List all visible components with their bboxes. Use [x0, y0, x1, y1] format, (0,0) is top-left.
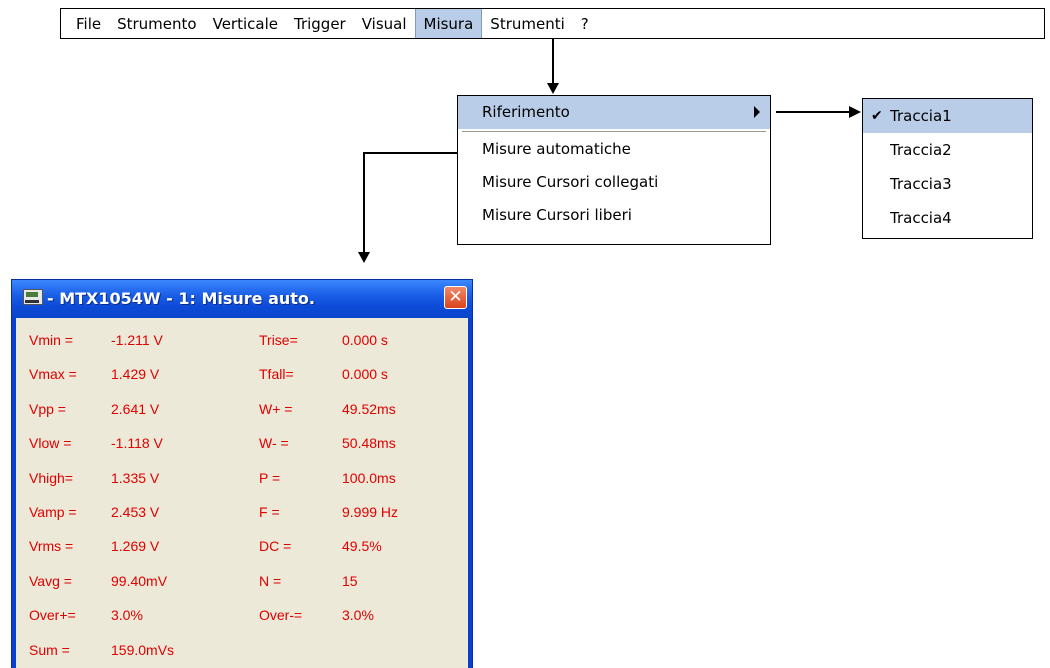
- menu-bar: File Strumento Verticale Trigger Visual …: [60, 8, 1045, 39]
- measure-value: 15: [342, 572, 358, 589]
- arrow-down-icon: [358, 252, 370, 263]
- menu-item-misure-automatiche[interactable]: Misure automatiche: [458, 133, 770, 166]
- measure-value: 100.0ms: [342, 469, 396, 486]
- window-title: - MTX1054W - 1: Misure auto.: [47, 289, 315, 308]
- submenu-arrow-icon: [754, 106, 760, 118]
- measure-label: Vrms =: [29, 538, 74, 555]
- riferimento-label: Riferimento: [482, 103, 570, 121]
- measure-label: W+ =: [259, 400, 293, 417]
- measure-value: 159.0mVs: [111, 641, 175, 658]
- misure-auto-window: - MTX1054W - 1: Misure auto. ✕ Vmin = -1.…: [11, 279, 473, 668]
- measure-value: 9.999 Hz: [342, 504, 399, 520]
- measure-value: 49.5%: [342, 538, 382, 555]
- menu-item-misure-cursori-liberi[interactable]: Misure Cursori liberi: [458, 199, 770, 232]
- measure-label: Vmax =: [29, 366, 77, 383]
- measure-label: Vmin =: [29, 332, 73, 348]
- measure-value: -1.211 V: [111, 332, 163, 348]
- submenu-item-traccia3[interactable]: Traccia3: [863, 167, 1032, 201]
- measurements-panel: Vmin = -1.211 V Vmax = 1.429 V Vpp = 2.641 V V…: [16, 318, 468, 668]
- connector-line-automatiche-v: [363, 152, 365, 252]
- measure-label: N =: [259, 572, 282, 589]
- measure-label: P =: [259, 469, 281, 486]
- measure-value: 99.40mV: [111, 572, 168, 589]
- oscilloscope-app-icon: [23, 289, 43, 305]
- menu-item-riferimento[interactable]: Riferimento: [458, 96, 770, 129]
- measure-label: Vhigh=: [29, 469, 73, 486]
- menu-trigger[interactable]: Trigger: [286, 9, 354, 38]
- measure-label: Tfall=: [259, 366, 294, 383]
- menu-strumento[interactable]: Strumento: [109, 9, 204, 38]
- measure-label: Vavg =: [29, 572, 72, 589]
- close-button[interactable]: ✕: [444, 286, 467, 309]
- measure-value: 49.52ms: [342, 400, 396, 417]
- connector-line-misura: [552, 39, 554, 83]
- menu-strumenti[interactable]: Strumenti: [482, 9, 572, 38]
- menu-help[interactable]: ?: [573, 9, 597, 38]
- measure-value: 1.269 V: [111, 538, 160, 555]
- measure-value: 0.000 s: [342, 332, 388, 348]
- measure-label: Sum =: [29, 641, 70, 658]
- connector-line-riferimento: [776, 111, 850, 113]
- measure-label: F =: [259, 504, 280, 520]
- measure-label: Vamp =: [29, 504, 77, 520]
- measure-value: 3.0%: [111, 607, 143, 624]
- submenu-item-traccia4[interactable]: Traccia4: [863, 201, 1032, 235]
- measure-value: 3.0%: [342, 607, 374, 624]
- arrow-right-icon: [849, 106, 861, 118]
- measure-label: Vpp =: [29, 400, 66, 417]
- submenu-item-traccia2[interactable]: Traccia2: [863, 133, 1032, 167]
- measure-label: Trise=: [259, 332, 298, 348]
- menu-verticale[interactable]: Verticale: [205, 9, 286, 38]
- measure-label: DC =: [259, 538, 292, 555]
- measure-value: 1.429 V: [111, 366, 160, 383]
- traccia-submenu: ✔ Traccia1 Traccia2 Traccia3 Traccia4: [862, 98, 1033, 239]
- checkmark-icon: ✔: [871, 108, 883, 124]
- measure-label: Vlow =: [29, 435, 72, 452]
- traccia1-label: Traccia1: [890, 107, 952, 125]
- submenu-item-traccia1[interactable]: ✔ Traccia1: [863, 99, 1032, 133]
- measure-label: W- =: [259, 435, 289, 452]
- connector-line-automatiche-h: [364, 152, 457, 154]
- measure-value: 2.641 V: [111, 400, 160, 417]
- misura-dropdown: Riferimento Misure automatiche Misure Cu…: [457, 95, 771, 245]
- menu-item-misure-cursori-collegati[interactable]: Misure Cursori collegati: [458, 166, 770, 199]
- menu-separator: [462, 131, 766, 132]
- measure-value: 1.335 V: [111, 469, 160, 486]
- measure-value: -1.118 V: [111, 435, 163, 452]
- measure-value: 2.453 V: [111, 504, 160, 520]
- menu-misura[interactable]: Misura: [414, 9, 483, 38]
- arrow-down-icon: [547, 83, 559, 94]
- measure-value: 0.000 s: [342, 366, 388, 383]
- measure-label: Over+=: [29, 607, 76, 624]
- window-titlebar[interactable]: - MTX1054W - 1: Misure auto. ✕: [12, 280, 472, 318]
- measure-value: 50.48ms: [342, 435, 396, 452]
- menu-visual[interactable]: Visual: [354, 9, 415, 38]
- menu-file[interactable]: File: [68, 9, 109, 38]
- measure-label: Over-=: [259, 607, 303, 624]
